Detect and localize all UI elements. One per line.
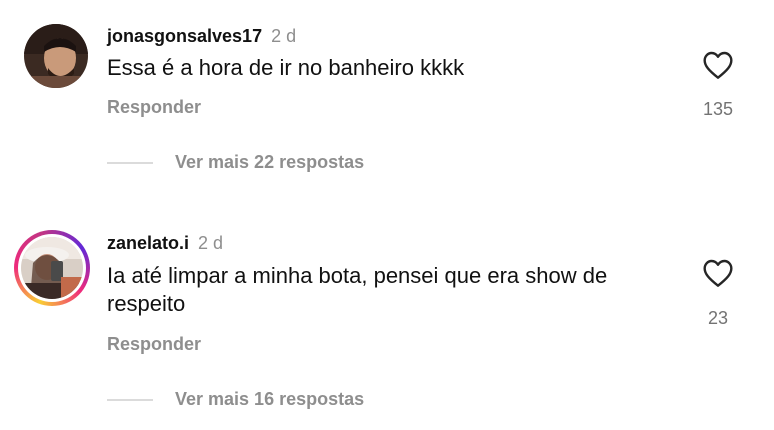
view-more-replies-button[interactable]: Ver mais 22 respostas [107, 152, 364, 173]
heart-icon[interactable] [702, 50, 734, 85]
avatar[interactable] [24, 24, 88, 88]
comment-text: Essa é a hora de ir no banheiro kkkk [107, 55, 465, 80]
avatar-photo [24, 24, 88, 88]
view-more-replies-label: Ver mais 22 respostas [175, 152, 365, 172]
like-count: 23 [707, 308, 729, 328]
reply-button[interactable]: Responder [107, 334, 201, 355]
reply-button[interactable]: Responder [107, 97, 201, 118]
story-ring[interactable] [14, 230, 90, 306]
comment-header: zanelato.i 2 d [107, 233, 223, 254]
heart-icon[interactable] [702, 258, 734, 293]
view-more-replies-button[interactable]: Ver mais 16 respostas [107, 389, 364, 410]
comment-header: jonasgonsalves17 2 d [107, 26, 296, 47]
username[interactable]: zanelato.i [107, 233, 189, 253]
timestamp: 2 d [198, 233, 224, 253]
avatar [21, 237, 83, 299]
timestamp: 2 d [271, 26, 297, 46]
username[interactable]: jonasgonsalves17 [107, 26, 262, 46]
like-count: 135 [702, 99, 734, 119]
divider-line [107, 398, 153, 401]
comment-text: Ia até limpar a minha bota, pensei que e… [107, 263, 608, 316]
divider-line [107, 161, 153, 164]
avatar-photo [21, 237, 83, 299]
view-more-replies-label: Ver mais 16 respostas [175, 389, 365, 409]
